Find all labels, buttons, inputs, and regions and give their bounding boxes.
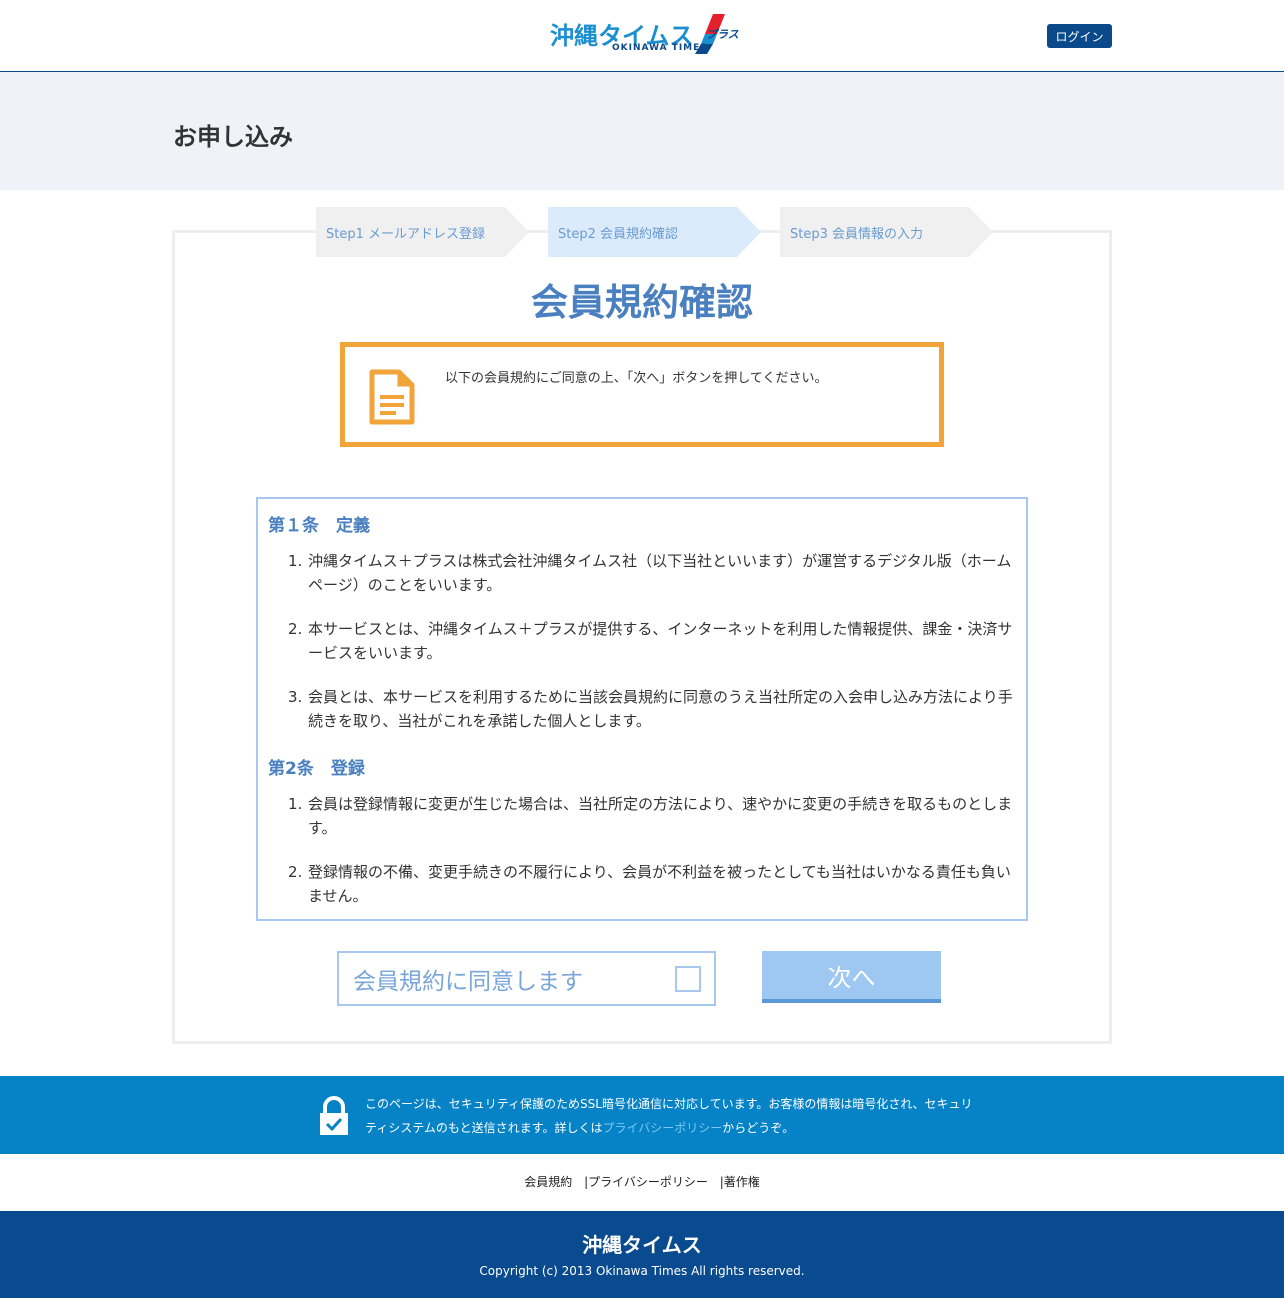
item-text: 本サービスとは、沖縄タイムス＋プラスが提供する、インターネットを利用した情報提供… xyxy=(308,620,1013,662)
ssl-notice-text: このページは、セキュリティ保護のためSSL暗号化通信に対応しています。お客様の情… xyxy=(365,1092,975,1140)
footer-logo: 沖縄タイムス xyxy=(582,1233,702,1257)
step-1-email: Step1 メールアドレス登録 xyxy=(316,207,529,257)
logo-sub-text: OKINAWA TIMES xyxy=(612,43,708,53)
item-text: 登録情報の不備、変更手続きの不履行により、会員が不利益を被ったとしても当社はいか… xyxy=(308,863,1011,905)
item-number: 1. xyxy=(288,552,303,570)
ssl-notice-band: このページは、セキュリティ保護のためSSL暗号化通信に対応しています。お客様の情… xyxy=(0,1076,1284,1154)
step-arrow xyxy=(505,207,529,257)
section-title: 会員規約確認 xyxy=(531,281,753,324)
article-2-title: 第2条 登録 xyxy=(268,759,365,779)
step-2-terms-active: Step2 会員規約確認 xyxy=(548,207,761,257)
login-button[interactable]: ログイン xyxy=(1047,24,1112,48)
title-band: お申し込み xyxy=(0,72,1284,190)
privacy-policy-link[interactable]: プライバシーポリシー xyxy=(602,1121,722,1135)
lock-icon xyxy=(320,1096,348,1135)
item-text: 沖縄タイムス＋プラスは株式会社沖縄タイムス社（以下当社といいます）が運営するデジ… xyxy=(308,552,1012,594)
item-number: 2. xyxy=(288,863,303,881)
item-number: 1. xyxy=(288,795,303,813)
footer-links: 会員規約 |プライバシーポリシー |著作権 xyxy=(0,1173,1284,1190)
footer-link-privacy[interactable]: |プライバシーポリシー xyxy=(584,1175,708,1189)
step-arrow xyxy=(737,207,761,257)
site-footer: 沖縄タイムス Copyright (c) 2013 Okinawa Times … xyxy=(0,1211,1284,1298)
item-number: 2. xyxy=(288,620,303,638)
item-text: 会員とは、本サービスを利用するために当該会員規約に同意のうえ当社所定の入会申し込… xyxy=(308,688,1013,730)
notice-text: 以下の会員規約にご同意の上、「次へ」ボタンを押してください。 xyxy=(445,371,828,386)
copyright-text: Copyright (c) 2013 Okinawa Times All rig… xyxy=(479,1264,805,1278)
item-number: 3. xyxy=(288,688,303,706)
ssl-text-after: からどうぞ。 xyxy=(722,1121,795,1135)
terms-scroll-box[interactable]: 第１条 定義 1. 沖縄タイムス＋プラスは株式会社沖縄タイムス社（以下当社といい… xyxy=(256,497,1028,921)
footer-link-terms[interactable]: 会員規約 xyxy=(524,1175,572,1189)
step-label: Step1 メールアドレス登録 xyxy=(326,226,486,242)
document-icon xyxy=(369,369,415,425)
notice-box: 以下の会員規約にご同意の上、「次へ」ボタンを押してください。 xyxy=(340,342,944,447)
footer-link-copyright[interactable]: |著作権 xyxy=(720,1175,760,1189)
step-label: Step2 会員規約確認 xyxy=(558,226,679,242)
article-1-title: 第１条 定義 xyxy=(268,516,370,536)
step-arrow xyxy=(969,207,993,257)
site-header: 沖縄タイムス プラス OKINAWA TIMES ログイン xyxy=(0,0,1284,72)
agree-terms-checkbox-field[interactable]: 会員規約に同意します xyxy=(337,951,716,1006)
next-button[interactable]: 次へ xyxy=(762,951,941,1003)
logo-plus-text: プラス xyxy=(706,28,739,41)
okinawa-times-plus-logo[interactable]: 沖縄タイムス プラス OKINAWA TIMES xyxy=(550,14,739,56)
page-title: お申し込み xyxy=(173,123,293,151)
agree-checkbox[interactable] xyxy=(675,966,701,992)
step-label: Step3 会員情報の入力 xyxy=(790,226,924,242)
item-text: 会員は登録情報に変更が生じた場合は、当社所定の方法により、速やかに変更の手続きを… xyxy=(308,795,1013,837)
step-3-member-info: Step3 会員情報の入力 xyxy=(780,207,993,257)
agree-label: 会員規約に同意します xyxy=(353,969,583,995)
